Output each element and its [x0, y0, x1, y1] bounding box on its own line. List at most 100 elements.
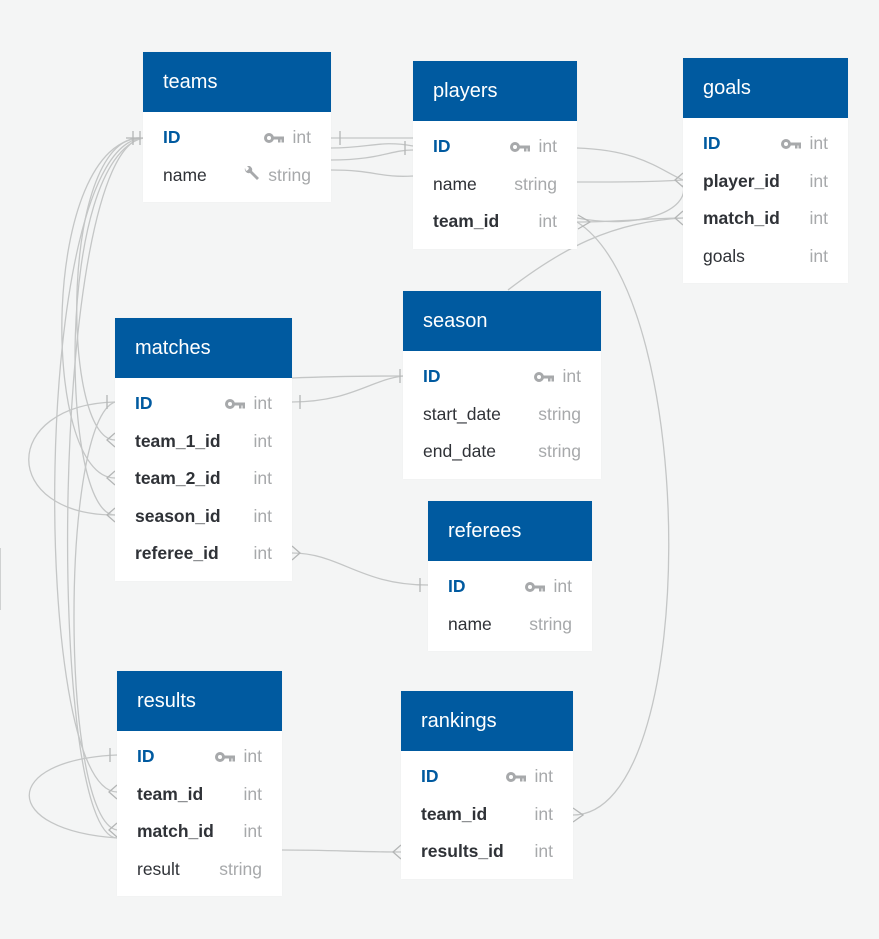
field-row[interactable]: team_id int	[413, 203, 577, 241]
field-name: end_date	[423, 441, 496, 462]
field-type: int	[562, 366, 581, 387]
field-type: int	[253, 430, 272, 451]
field-row[interactable]: name string	[413, 166, 577, 204]
field-row[interactable]: match_id int	[683, 200, 848, 238]
table-fields: ID int name string	[428, 561, 592, 651]
field-row[interactable]: ID int	[143, 119, 331, 157]
field-row[interactable]: team_id int	[401, 796, 573, 834]
field-name: ID	[137, 746, 155, 767]
field-row[interactable]: results_id int	[401, 833, 573, 871]
field-row[interactable]: name string	[143, 157, 331, 195]
field-row[interactable]: ID int	[428, 568, 592, 606]
field-name: name	[448, 613, 492, 634]
field-name: player_id	[703, 170, 780, 191]
field-type: int	[253, 505, 272, 526]
relationship-line	[576, 184, 685, 223]
key-icon	[263, 132, 285, 144]
field-row[interactable]: end_date string	[403, 433, 601, 471]
key-icon	[533, 371, 555, 383]
field-row[interactable]: result string	[117, 851, 282, 889]
field-row[interactable]: ID int	[683, 125, 848, 163]
table-header[interactable]: rankings	[401, 691, 573, 751]
relationship-line	[291, 375, 404, 403]
field-row[interactable]: goals int	[683, 238, 848, 276]
table-fields: ID int name string	[143, 112, 331, 202]
table-results[interactable]: results ID int team_id int match_id int …	[117, 671, 282, 896]
table-goals[interactable]: goals ID int player_id int match_id int …	[683, 58, 848, 283]
table-teams[interactable]: teams ID int name string	[143, 52, 331, 202]
field-type: int	[534, 766, 553, 787]
key-icon	[524, 581, 546, 593]
diagram-canvas[interactable]: teams ID int name string players ID int …	[0, 0, 879, 939]
field-type: int	[253, 393, 272, 414]
field-type: string	[219, 858, 262, 879]
field-name: referee_id	[135, 543, 219, 564]
field-type: string	[538, 441, 581, 462]
field-row[interactable]: match_id int	[117, 813, 282, 851]
field-name: ID	[448, 576, 466, 597]
field-type: int	[243, 783, 262, 804]
field-name: start_date	[423, 403, 501, 424]
field-row[interactable]: name string	[428, 606, 592, 644]
field-type: int	[809, 208, 828, 229]
relationship-line	[281, 849, 402, 853]
field-type: int	[553, 576, 572, 597]
field-type: int	[253, 543, 272, 564]
table-fields: ID int team_id int results_id int	[401, 751, 573, 879]
key-icon	[780, 138, 802, 150]
field-row[interactable]: ID int	[117, 738, 282, 776]
field-name: team_1_id	[135, 430, 221, 451]
field-name: season_id	[135, 505, 221, 526]
field-row[interactable]: team_id int	[117, 776, 282, 814]
field-type: int	[243, 821, 262, 842]
table-header[interactable]: season	[403, 291, 601, 351]
field-type: int	[809, 133, 828, 154]
table-players[interactable]: players ID int name string team_id int	[413, 61, 577, 249]
table-header[interactable]: goals	[683, 58, 848, 118]
table-rankings[interactable]: rankings ID int team_id int results_id i…	[401, 691, 573, 879]
field-name: team_id	[433, 211, 500, 232]
table-header[interactable]: results	[117, 671, 282, 731]
field-type: int	[253, 468, 272, 489]
field-row[interactable]: player_id int	[683, 163, 848, 201]
field-name: results_id	[421, 841, 504, 862]
field-row[interactable]: referee_id int	[115, 535, 292, 573]
table-season[interactable]: season ID int start_date string end_date…	[403, 291, 601, 479]
field-row[interactable]: team_2_id int	[115, 460, 292, 498]
field-type: string	[268, 164, 311, 185]
table-header[interactable]: referees	[428, 501, 592, 561]
table-header[interactable]: players	[413, 61, 577, 121]
table-fields: ID int team_1_id int team_2_id int seaso…	[115, 378, 292, 581]
key-icon	[224, 398, 246, 410]
field-row[interactable]: ID int	[401, 758, 573, 796]
key-icon	[214, 751, 236, 763]
field-type: int	[538, 136, 557, 157]
wrench-icon	[242, 166, 260, 184]
relationship-line	[73, 401, 118, 831]
table-fields: ID int name string team_id int	[413, 121, 577, 249]
table-fields: ID int player_id int match_id int goals …	[683, 118, 848, 283]
field-row[interactable]: ID int	[115, 385, 292, 423]
field-type: string	[538, 403, 581, 424]
field-row[interactable]: start_date string	[403, 396, 601, 434]
table-matches[interactable]: matches ID int team_1_id int team_2_id i…	[115, 318, 292, 581]
field-row[interactable]: season_id int	[115, 498, 292, 536]
relationship-line	[28, 754, 118, 839]
field-row[interactable]: ID int	[403, 358, 601, 396]
field-name: result	[137, 858, 180, 879]
table-referees[interactable]: referees ID int name string	[428, 501, 592, 651]
field-name: name	[433, 173, 477, 194]
field-type: int	[809, 245, 828, 266]
field-type: int	[243, 746, 262, 767]
field-name: ID	[421, 766, 439, 787]
field-row[interactable]: team_1_id int	[115, 423, 292, 461]
field-type: string	[514, 173, 557, 194]
table-header[interactable]: teams	[143, 52, 331, 112]
relationship-line	[330, 169, 414, 177]
field-row[interactable]: ID int	[413, 128, 577, 166]
table-header[interactable]: matches	[115, 318, 292, 378]
field-type: int	[534, 803, 553, 824]
field-type: int	[809, 170, 828, 191]
field-type: int	[538, 211, 557, 232]
relationship-line	[291, 552, 429, 586]
